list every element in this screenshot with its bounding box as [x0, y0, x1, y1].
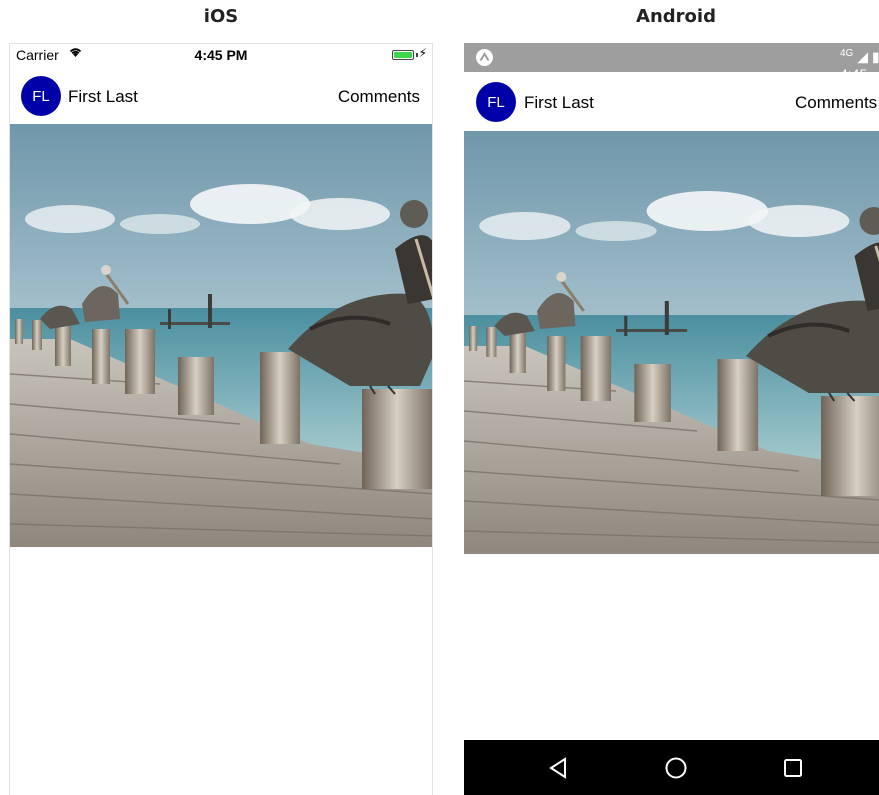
battery-icon: ▮ — [871, 48, 879, 65]
post-photo[interactable] — [464, 131, 879, 554]
comments-link[interactable]: Comments — [795, 93, 877, 113]
network-type: 4G — [840, 48, 854, 59]
android-platform-title: Android — [636, 6, 716, 27]
android-status-bar: 4G ◢ ▮ 4:45 — [464, 43, 879, 82]
ios-status-bar: Carrier 4:45 PM ⚡ — [10, 44, 432, 66]
user-name[interactable]: First Last — [68, 87, 138, 107]
home-icon[interactable] — [646, 740, 706, 795]
avatar-initials: FL — [32, 87, 50, 105]
android-logo-icon — [476, 49, 493, 66]
post-photo[interactable] — [10, 124, 432, 547]
battery-icon — [392, 50, 414, 60]
ios-platform-title: iOS — [203, 6, 239, 27]
comments-link[interactable]: Comments — [338, 87, 420, 107]
back-icon[interactable] — [528, 740, 588, 795]
android-status-right: 4G ◢ ▮ 4:45 — [840, 48, 879, 82]
status-time: 4:45 PM — [194, 47, 248, 63]
avatar-initials: FL — [487, 93, 505, 111]
recent-apps-icon[interactable] — [763, 740, 823, 795]
post-header: FL First Last Comments — [10, 74, 432, 122]
android-nav-bar — [464, 740, 879, 795]
ios-screen: Carrier 4:45 PM ⚡ FL First Last Comments — [9, 43, 433, 795]
avatar[interactable]: FL — [476, 82, 516, 122]
post-header: FL First Last Comments — [464, 82, 879, 130]
user-name[interactable]: First Last — [524, 93, 594, 113]
status-time: 4:45 — [840, 65, 868, 82]
android-screen: 4G ◢ ▮ 4:45 FL First Last Comments — [464, 43, 879, 795]
charging-icon: ⚡ — [418, 46, 427, 60]
avatar[interactable]: FL — [21, 76, 61, 116]
signal-icon: ◢ — [857, 48, 869, 65]
